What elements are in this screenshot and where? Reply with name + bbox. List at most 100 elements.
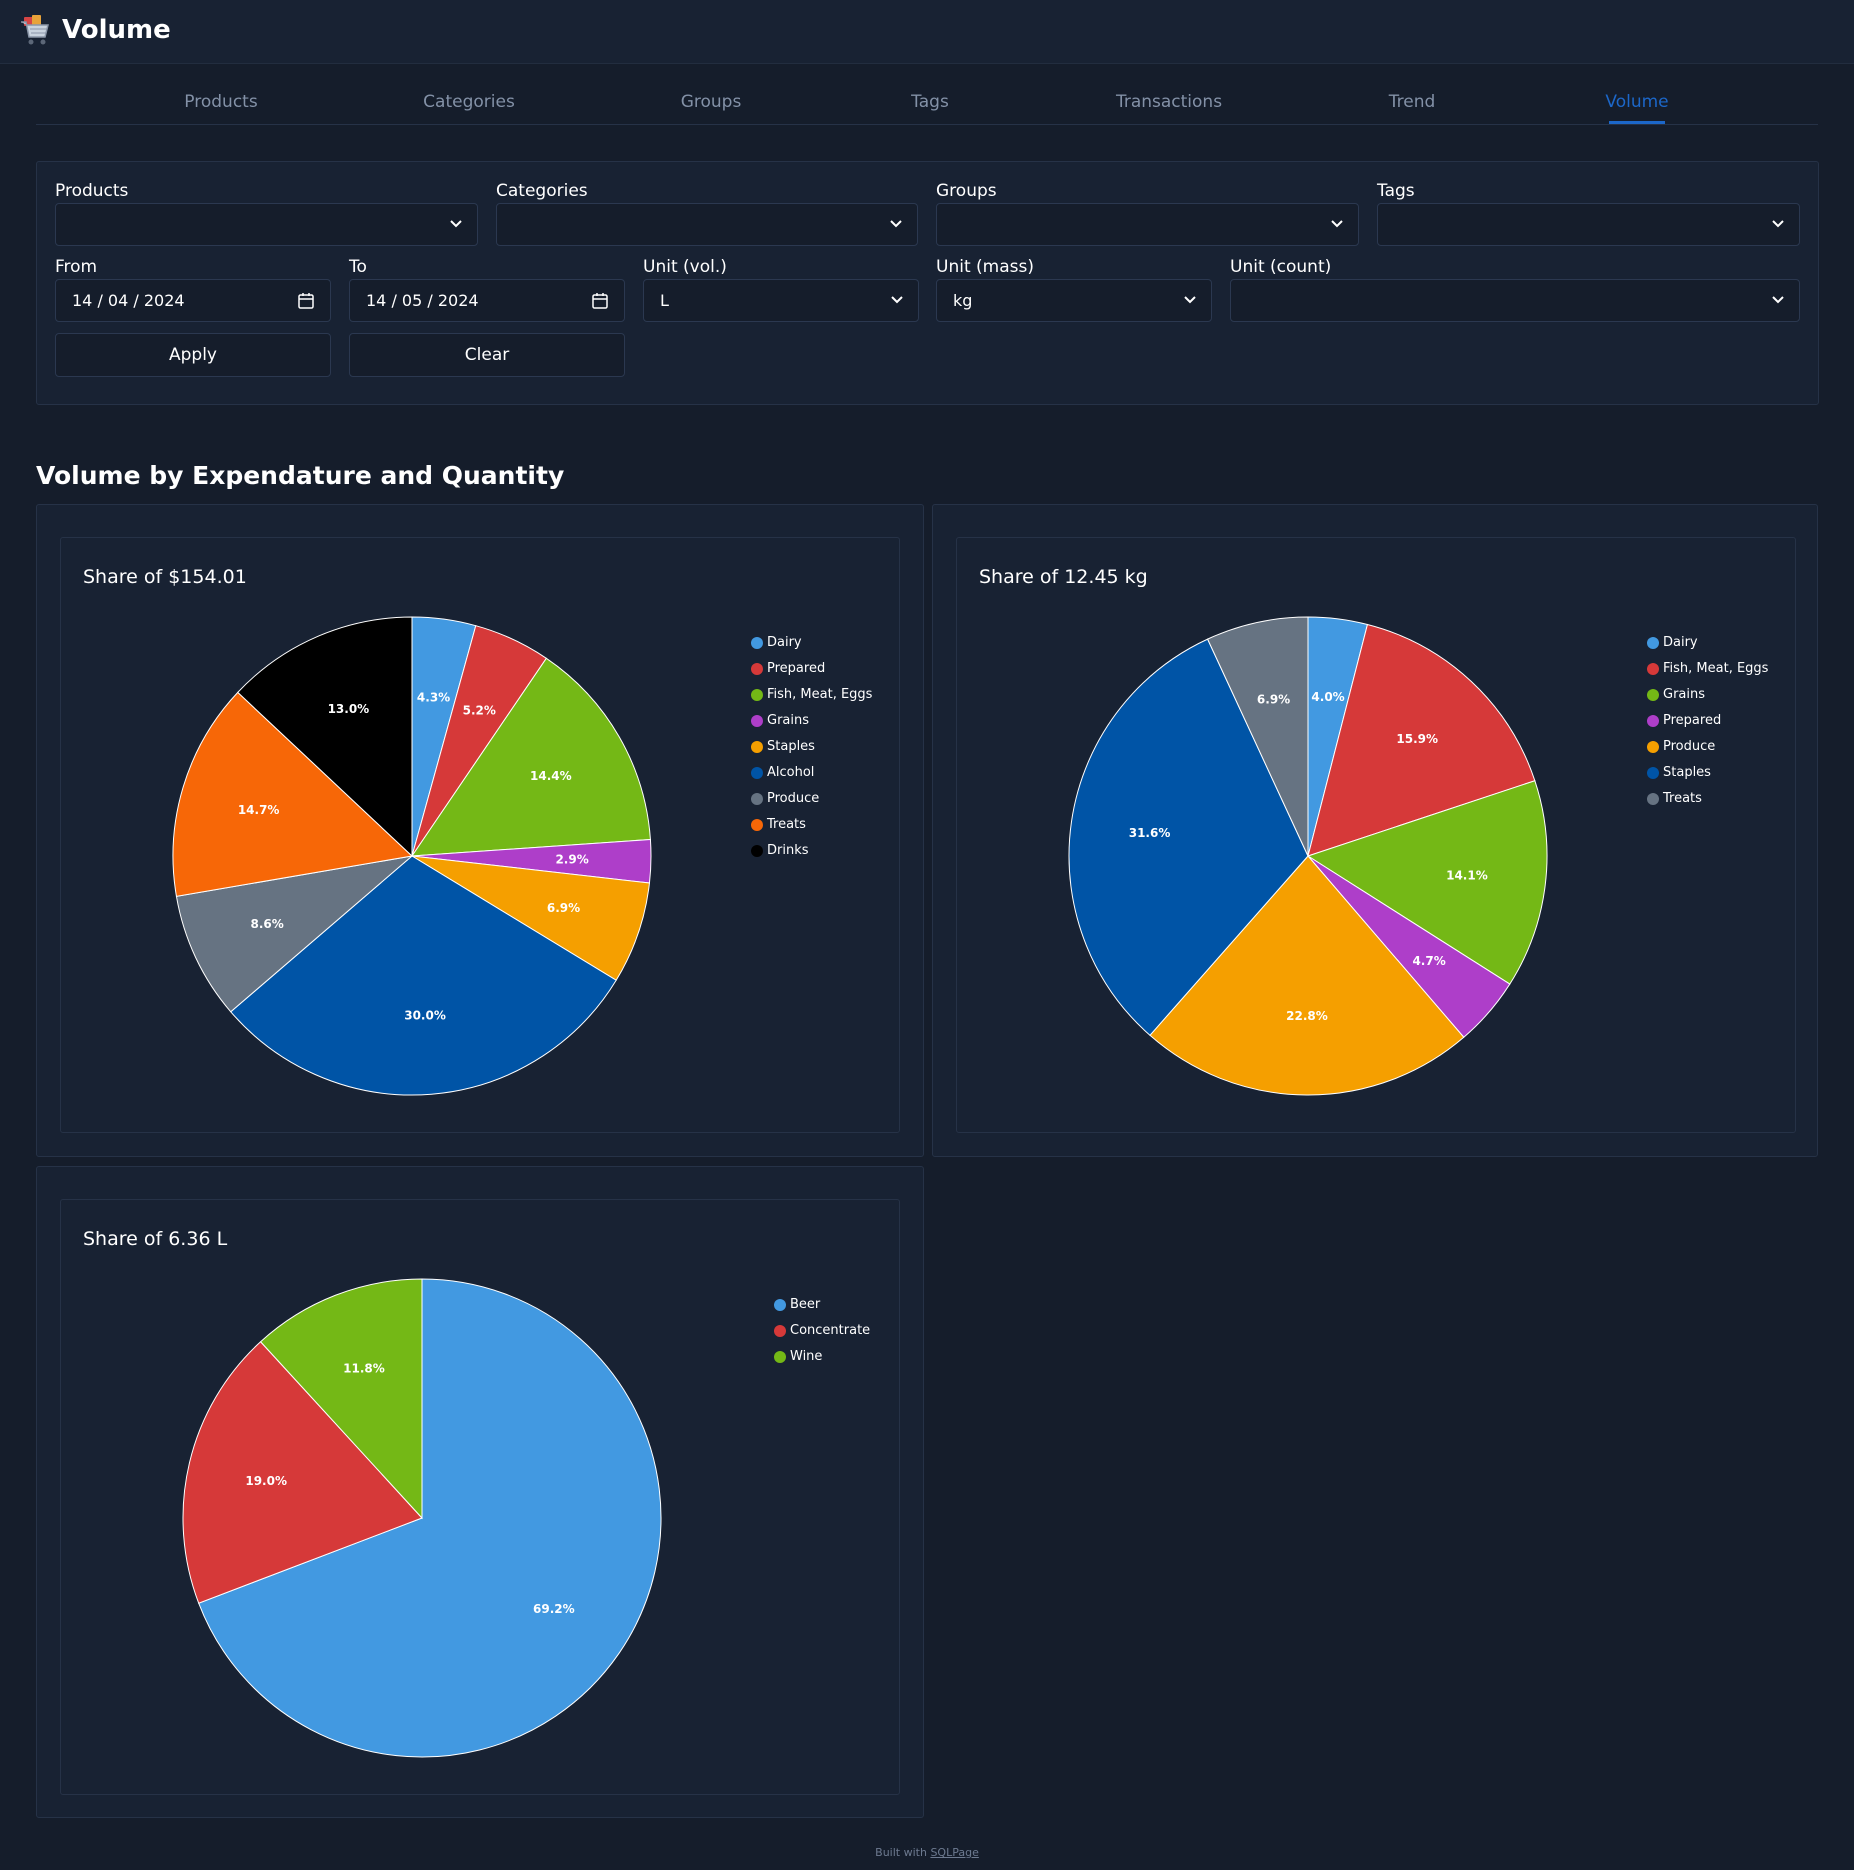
legend-dot-icon — [751, 741, 763, 753]
legend-label: Concentrate — [790, 1323, 871, 1338]
active-tab-indicator — [1609, 121, 1665, 124]
pie-data-label: 2.9% — [555, 853, 588, 867]
legend-label: Grains — [1663, 687, 1706, 702]
chevron-down-icon — [891, 296, 903, 304]
from-date-value: 14 / 04 / 2024 — [72, 291, 185, 310]
legend-item[interactable]: Grains — [751, 708, 872, 734]
unit-count-select[interactable] — [1230, 279, 1800, 322]
chevron-down-icon — [1184, 296, 1196, 304]
chart-legend: Dairy Fish, Meat, Eggs Grains Prepared Produ… — [1647, 630, 1768, 812]
legend-item[interactable]: Treats — [751, 812, 872, 838]
legend-item[interactable]: Prepared — [1647, 708, 1768, 734]
legend-dot-icon — [751, 845, 763, 857]
footer-text: Built with — [875, 1846, 927, 1859]
tab-volume[interactable]: Volume — [1605, 90, 1668, 114]
legend-item[interactable]: Prepared — [751, 656, 872, 682]
page-title: Volume — [62, 15, 171, 45]
legend-dot-icon — [1647, 637, 1659, 649]
shopping-cart-logo-icon[interactable] — [18, 13, 52, 47]
legend-item[interactable]: Concentrate — [774, 1318, 870, 1344]
tags-select[interactable] — [1377, 203, 1800, 246]
legend-item[interactable]: Fish, Meat, Eggs — [751, 682, 872, 708]
legend-dot-icon — [751, 767, 763, 779]
legend-item[interactable]: Produce — [751, 786, 872, 812]
sqlpage-link[interactable]: SQLPage — [930, 1846, 978, 1859]
unit-mass-label: Unit (mass) — [936, 257, 1034, 277]
legend-dot-icon — [751, 819, 763, 831]
legend-dot-icon — [1647, 689, 1659, 701]
chart-legend: Beer Concentrate Wine — [774, 1292, 870, 1370]
from-date-input[interactable]: 14 / 04 / 2024 — [55, 279, 331, 322]
nav-tabs: Products Categories Groups Tags Transact… — [36, 86, 1818, 125]
chevron-down-icon — [450, 220, 462, 228]
legend-item[interactable]: Produce — [1647, 734, 1768, 760]
pie-data-label: 4.3% — [417, 690, 450, 704]
groups-label: Groups — [936, 181, 997, 201]
legend-label: Prepared — [1663, 713, 1722, 728]
chart-legend: Dairy Prepared Fish, Meat, Eggs Grains Stapl… — [751, 630, 872, 864]
to-date-input[interactable]: 14 / 05 / 2024 — [349, 279, 625, 322]
legend-dot-icon — [751, 689, 763, 701]
clear-button[interactable]: Clear — [349, 333, 625, 377]
legend-item[interactable]: Fish, Meat, Eggs — [1647, 656, 1768, 682]
mass-chart-card: Share of 12.45 kg 4.0% 15.9% 14.1% 4.7% 22.8… — [932, 504, 1818, 1157]
unit-vol-select[interactable]: L — [643, 279, 919, 322]
tab-products[interactable]: Products — [184, 90, 257, 114]
from-label: From — [55, 257, 98, 277]
tab-groups[interactable]: Groups — [681, 90, 742, 114]
legend-label: Fish, Meat, Eggs — [767, 687, 873, 702]
footer: Built with SQLPage — [0, 1845, 1854, 1861]
pie-data-label: 6.9% — [1257, 693, 1290, 707]
legend-dot-icon — [1647, 663, 1659, 675]
legend-item[interactable]: Staples — [1647, 760, 1768, 786]
tab-tags[interactable]: Tags — [911, 90, 949, 114]
legend-item[interactable]: Beer — [774, 1292, 870, 1318]
legend-label: Prepared — [767, 661, 826, 676]
to-label: To — [349, 257, 367, 277]
calendar-icon[interactable] — [298, 292, 314, 309]
chevron-down-icon — [1331, 220, 1343, 228]
unit-mass-select[interactable]: kg — [936, 279, 1212, 322]
volume-chart-card: Share of 6.36 L 69.2% 19.0% 11.8% Beer Conc… — [36, 1166, 924, 1818]
legend-item[interactable]: Alcohol — [751, 760, 872, 786]
legend-dot-icon — [774, 1325, 786, 1337]
legend-label: Grains — [767, 713, 810, 728]
legend-item[interactable]: Treats — [1647, 786, 1768, 812]
legend-label: Produce — [767, 791, 820, 806]
apply-button[interactable]: Apply — [55, 333, 331, 377]
pie-data-label: 69.2% — [533, 1602, 575, 1616]
legend-label: Fish, Meat, Eggs — [1663, 661, 1769, 676]
legend-dot-icon — [751, 793, 763, 805]
legend-item[interactable]: Staples — [751, 734, 872, 760]
pie-data-label: 8.6% — [250, 917, 283, 931]
legend-item[interactable]: Grains — [1647, 682, 1768, 708]
pie-data-label: 15.9% — [1396, 732, 1438, 746]
pie-data-label: 11.8% — [343, 1362, 385, 1376]
unit-count-label: Unit (count) — [1230, 257, 1332, 277]
tab-transactions[interactable]: Transactions — [1116, 90, 1222, 114]
unit-vol-label: Unit (vol.) — [643, 257, 727, 277]
legend-item[interactable]: Dairy — [751, 630, 872, 656]
section-title: Volume by Expendature and Quantity — [36, 461, 565, 490]
categories-select[interactable] — [496, 203, 918, 246]
tags-label: Tags — [1377, 181, 1415, 201]
legend-label: Staples — [767, 739, 815, 754]
legend-item[interactable]: Drinks — [751, 838, 872, 864]
legend-label: Dairy — [767, 635, 802, 650]
groups-select[interactable] — [936, 203, 1359, 246]
chart-panel: Share of 6.36 L 69.2% 19.0% 11.8% Beer Conc… — [60, 1199, 900, 1795]
legend-dot-icon — [751, 637, 763, 649]
pie-data-label: 14.1% — [1446, 869, 1488, 883]
filter-form: Products Categories Groups Tags From 14 … — [36, 161, 1819, 405]
products-select[interactable] — [55, 203, 478, 246]
expenditure-chart-card: Share of $154.01 4.3% 5.2% 14.4% 2.9% 6.9% 30… — [36, 504, 924, 1157]
tab-categories[interactable]: Categories — [423, 90, 515, 114]
legend-item[interactable]: Dairy — [1647, 630, 1768, 656]
chart-panel: Share of 12.45 kg 4.0% 15.9% 14.1% 4.7% 22.8… — [956, 537, 1796, 1133]
calendar-icon[interactable] — [592, 292, 608, 309]
legend-label: Treats — [1663, 791, 1702, 806]
legend-label: Produce — [1663, 739, 1716, 754]
legend-item[interactable]: Wine — [774, 1344, 870, 1370]
pie-data-label: 14.4% — [530, 769, 572, 783]
tab-trend[interactable]: Trend — [1389, 90, 1436, 114]
